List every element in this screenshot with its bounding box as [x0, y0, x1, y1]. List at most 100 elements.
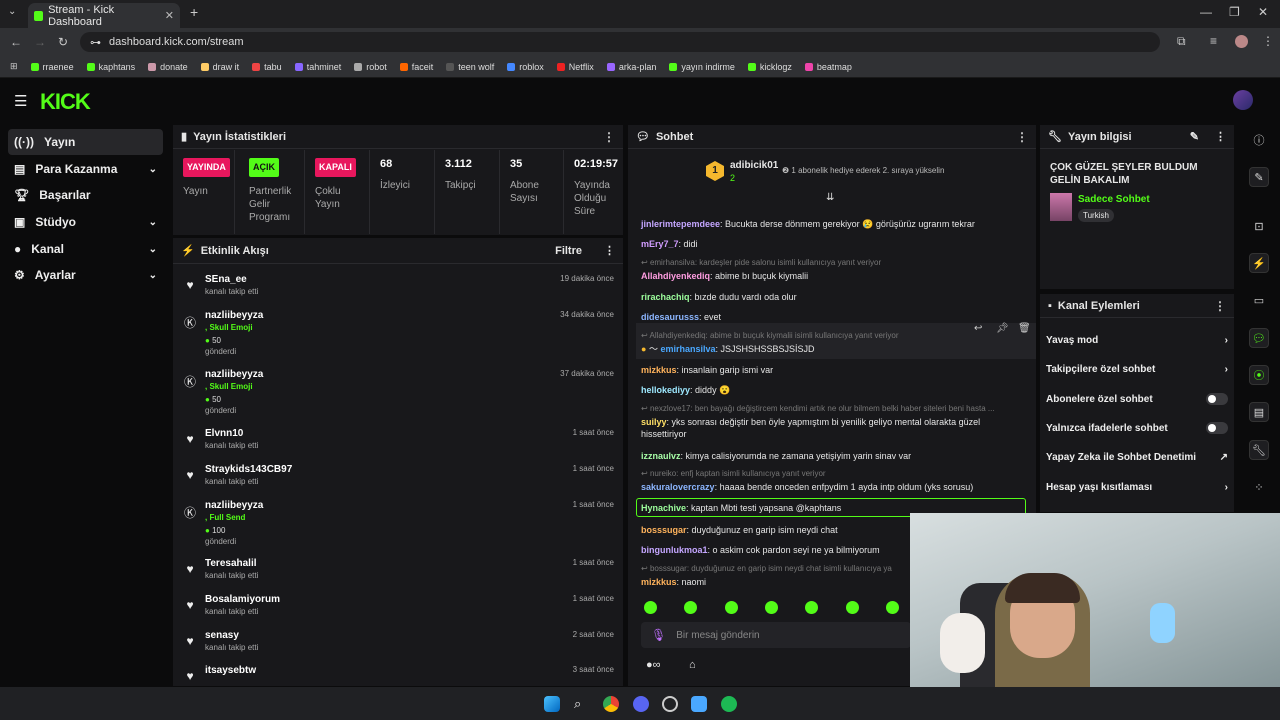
- emote-button[interactable]: [846, 601, 859, 614]
- sidebar-item-studyo[interactable]: ▣ Stüdyo ⌄: [8, 209, 163, 235]
- gift-icon[interactable]: ⊡: [1249, 216, 1269, 236]
- activity-item: ♥ Elvnn10 kanalı takip etti 1 saat önce: [180, 428, 620, 462]
- wrench-icon[interactable]: 🔧︎: [1249, 440, 1269, 460]
- obs-icon[interactable]: [662, 696, 678, 712]
- microphone-icon[interactable]: 🎙︎: [651, 628, 666, 642]
- bookmark[interactable]: robot: [354, 62, 387, 72]
- url-field[interactable]: ⊶ dashboard.kick.com/stream: [80, 32, 1160, 52]
- sidebar-item-basarilar[interactable]: 🏆︎ Başarılar: [8, 182, 163, 208]
- reply-icon[interactable]: ↩: [974, 323, 982, 334]
- search-icon[interactable]: ⌕: [574, 696, 590, 712]
- scroll-down-icon[interactable]: ⇊: [826, 192, 834, 203]
- spotify-icon[interactable]: [721, 696, 737, 712]
- extensions-icon[interactable]: ⧉: [1177, 34, 1186, 49]
- tab-list-icon[interactable]: ⌄: [8, 6, 16, 17]
- photos-icon[interactable]: [691, 696, 707, 712]
- browser-tab[interactable]: Stream - Kick Dashboard ✕: [28, 3, 180, 28]
- broadcast-icon[interactable]: ⦿: [1249, 365, 1269, 385]
- chat-reply-context: ↩ nexzlove17: ben bayağı değiştircem ken…: [641, 404, 995, 413]
- category-name[interactable]: Sadece Sohbet: [1078, 194, 1150, 205]
- dots-icon[interactable]: ⁘: [1249, 477, 1269, 497]
- followers-only-row[interactable]: Takipçilere özel sohbet ›: [1046, 364, 1228, 375]
- account-age-row[interactable]: Hesap yaşı kısıtlaması ›: [1046, 482, 1228, 493]
- back-icon[interactable]: ←: [10, 35, 22, 49]
- more-options-icon[interactable]: ⋮: [1215, 130, 1226, 143]
- sidebar-item-ayarlar[interactable]: ⚙ Ayarlar ⌄: [8, 262, 163, 288]
- sidebar-item-kanal[interactable]: ● Kanal ⌄: [8, 236, 163, 262]
- bookmark[interactable]: roblox: [507, 62, 544, 72]
- activity-item: Ⓚ nazliibeyyza , Skull Emoji ● 50 gönder…: [183, 310, 614, 356]
- minimize-icon[interactable]: —: [1200, 5, 1212, 19]
- site-info-icon[interactable]: ⊶: [90, 36, 101, 49]
- delete-icon[interactable]: 🗑︎: [1018, 323, 1031, 334]
- slow-mode-row[interactable]: Yavaş mod ›: [1046, 335, 1228, 346]
- profile-avatar[interactable]: [1235, 35, 1248, 48]
- bookmark[interactable]: tabu: [252, 62, 282, 72]
- bookmark[interactable]: yayın indirme: [669, 62, 735, 72]
- forward-icon[interactable]: →: [34, 35, 46, 49]
- lightning-icon: ⚡: [181, 245, 195, 257]
- document-icon[interactable]: ▭: [1249, 290, 1269, 310]
- emote-button[interactable]: [644, 601, 657, 614]
- bookmark[interactable]: draw it: [200, 62, 239, 72]
- start-icon[interactable]: [544, 696, 560, 712]
- close-tab-icon[interactable]: ✕: [165, 9, 174, 22]
- kick-points-icon[interactable]: ●∞: [646, 659, 661, 671]
- chevron-down-icon: ⌄: [148, 216, 157, 228]
- layout-icon[interactable]: ▤: [1249, 402, 1269, 422]
- bookmark[interactable]: donate: [148, 62, 188, 72]
- filter-button[interactable]: Filtre: [555, 245, 582, 257]
- lightning-icon[interactable]: ⚡: [1249, 253, 1269, 273]
- emote-button[interactable]: [886, 601, 899, 614]
- reload-icon[interactable]: ↻: [58, 35, 68, 49]
- subscribers-only-toggle[interactable]: [1206, 393, 1228, 405]
- discord-icon[interactable]: [633, 696, 649, 712]
- bookmark[interactable]: tahminet: [294, 62, 341, 72]
- more-options-icon[interactable]: ⋮: [1016, 130, 1028, 144]
- edit-icon[interactable]: ✎: [1249, 167, 1269, 187]
- hamburger-menu-icon[interactable]: ☰: [14, 92, 27, 110]
- new-tab-icon[interactable]: +: [190, 4, 198, 20]
- emote-button[interactable]: [725, 601, 738, 614]
- activity-item: Ⓚ nazliibeyyza , Skull Emoji ● 50 gönder…: [183, 369, 614, 415]
- emote-button[interactable]: [684, 601, 697, 614]
- bookmark[interactable]: kicklogz: [747, 62, 792, 72]
- pin-icon[interactable]: 📌︎: [996, 323, 1009, 334]
- apps-icon[interactable]: ⊞: [10, 61, 18, 72]
- chat-input[interactable]: 🎙︎ Bir mesaj gönderin: [641, 622, 911, 648]
- bookmark[interactable]: teen wolf: [446, 62, 494, 72]
- kick-logo[interactable]: KICK: [40, 89, 91, 115]
- bookmark[interactable]: Netflix: [556, 62, 594, 72]
- chart-icon: ▮: [181, 131, 188, 143]
- emote-button[interactable]: [805, 601, 818, 614]
- bookmark[interactable]: kaphtans: [86, 62, 135, 72]
- ai-moderation-row[interactable]: Yapay Zeka ile Sohbet Denetimi ↗: [1046, 452, 1228, 463]
- info-icon[interactable]: ⓘ: [1249, 130, 1269, 150]
- bookmark[interactable]: beatmap: [804, 62, 852, 72]
- store-icon[interactable]: ⌂: [689, 659, 696, 671]
- emote-button[interactable]: [765, 601, 778, 614]
- media-icon[interactable]: ≡: [1210, 34, 1217, 48]
- close-window-icon[interactable]: ✕: [1258, 5, 1268, 19]
- top-gifter-name[interactable]: adibicik01: [730, 160, 778, 171]
- status-badge: YAYINDA: [183, 158, 230, 177]
- external-link-icon: ↗: [1219, 452, 1228, 463]
- more-options-icon[interactable]: ⋮: [1214, 299, 1226, 313]
- sidebar-item-para-kazanma[interactable]: ▤ Para Kazanma ⌄: [8, 156, 163, 182]
- more-options-icon[interactable]: ⋮: [603, 130, 615, 144]
- broadcast-icon: ((·)): [14, 135, 34, 149]
- chrome-icon[interactable]: [603, 696, 619, 712]
- sidebar-item-yayin[interactable]: ((·)) Yayın: [8, 129, 163, 155]
- bookmark[interactable]: arka-plan: [606, 62, 656, 72]
- activity-item: ♥ senasy kanalı takip etti 2 saat önce: [180, 630, 620, 664]
- bookmark[interactable]: faceit: [399, 62, 433, 72]
- edit-icon[interactable]: ✎: [1190, 130, 1199, 143]
- maximize-icon[interactable]: ❐: [1229, 5, 1240, 19]
- more-options-icon[interactable]: ⋮: [604, 244, 615, 257]
- menu-icon[interactable]: ⋮: [1262, 34, 1274, 48]
- chat-icon[interactable]: 💬︎: [1249, 328, 1269, 348]
- bookmark[interactable]: rraenee: [30, 62, 74, 72]
- emote-only-toggle[interactable]: [1206, 422, 1228, 434]
- user-avatar[interactable]: [1233, 90, 1253, 110]
- kick-favicon-icon: [34, 10, 44, 21]
